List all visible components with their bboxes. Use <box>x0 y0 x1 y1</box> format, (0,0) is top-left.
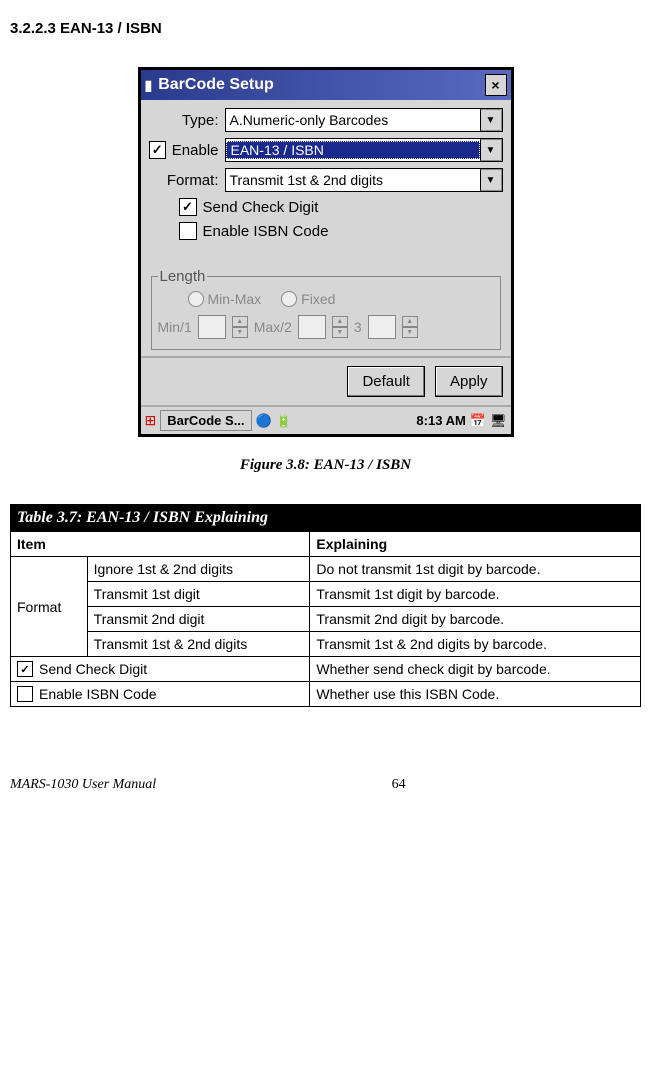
figure-caption: Figure 3.8: EAN-13 / ISBN <box>10 457 641 474</box>
format-value: Transmit 1st & 2nd digits <box>226 172 480 188</box>
length-fieldset: Length Min-Max Fixed Min/1 ▲▼ Max/2 ▲▼ 3 <box>151 268 501 350</box>
enable-isbn-checkbox[interactable] <box>179 222 197 240</box>
battery-icon: 🔋 <box>276 413 292 429</box>
table-cell: Transmit 1st & 2nd digits by barcode. <box>310 632 641 657</box>
max-label: Max/2 <box>254 319 292 335</box>
enable-checkbox[interactable]: ✓ <box>149 141 166 159</box>
table-cell: Transmit 2nd digit by barcode. <box>310 607 641 632</box>
table-cell: Ignore 1st & 2nd digits <box>87 557 310 582</box>
start-icon[interactable]: ⊞ <box>145 412 157 429</box>
section-heading: 3.2.2.3 EAN-13 / ISBN <box>10 20 641 37</box>
min-spinner: ▲▼ <box>232 316 248 338</box>
col-explaining: Explaining <box>310 532 641 557</box>
explain-table: Table 3.7: EAN-13 / ISBN Explaining Item… <box>10 504 641 707</box>
taskbar-app[interactable]: BarCode S... <box>160 410 251 431</box>
send-check-digit-label: Send Check Digit <box>203 199 319 216</box>
minmax-radio: Min-Max <box>188 291 262 307</box>
send-check-row: ✓ Send Check Digit <box>11 657 310 682</box>
third-spinner: ▲▼ <box>402 316 418 338</box>
enable-isbn-row: Enable ISBN Code <box>11 682 310 707</box>
fixed-label: Fixed <box>301 291 335 307</box>
length-legend: Length <box>158 268 208 285</box>
table-cell: Transmit 1st digit <box>87 582 310 607</box>
radio-icon <box>188 291 204 307</box>
format-dropdown[interactable]: Transmit 1st & 2nd digits ▼ <box>225 168 503 192</box>
enable-isbn-label: Enable ISBN Code <box>203 223 329 240</box>
chevron-down-icon[interactable]: ▼ <box>480 109 502 131</box>
enable-dropdown[interactable]: EAN-13 / ISBN ▼ <box>225 138 503 162</box>
tray-icon: 🔵 <box>256 413 272 429</box>
page-footer: MARS-1030 User Manual 64 <box>10 777 641 793</box>
chevron-down-icon[interactable]: ▼ <box>480 139 502 161</box>
max-spinner: ▲▼ <box>332 316 348 338</box>
default-button[interactable]: Default <box>347 366 425 397</box>
table-title: Table 3.7: EAN-13 / ISBN Explaining <box>11 505 641 532</box>
window-title: BarCode Setup <box>158 76 484 94</box>
min-input <box>198 315 226 339</box>
min-label: Min/1 <box>158 319 192 335</box>
send-check-cell-label: Send Check Digit <box>39 661 147 677</box>
type-dropdown[interactable]: A.Numeric-only Barcodes ▼ <box>225 108 503 132</box>
taskbar: ⊞ BarCode S... 🔵 🔋 8:13 AM 📅 🖥 <box>141 405 511 434</box>
tray-icon: 🖥 <box>490 413 507 429</box>
format-label: Format: <box>149 172 219 189</box>
titlebar: ▮ BarCode Setup × <box>141 70 511 100</box>
minmax-label: Min-Max <box>208 291 262 307</box>
enable-value: EAN-13 / ISBN <box>226 141 480 159</box>
table-cell: Transmit 1st digit by barcode. <box>310 582 641 607</box>
fixed-radio: Fixed <box>281 291 335 307</box>
send-check-digit-checkbox[interactable]: ✓ <box>179 198 197 216</box>
type-value: A.Numeric-only Barcodes <box>226 112 480 128</box>
barcode-setup-window: ▮ BarCode Setup × Type: A.Numeric-only B… <box>138 67 514 437</box>
apply-button[interactable]: Apply <box>435 366 503 397</box>
tray-icon: 📅 <box>470 413 486 429</box>
table-cell: Whether send check digit by barcode. <box>310 657 641 682</box>
checkbox-icon: ✓ <box>17 661 33 677</box>
three-label: 3 <box>354 319 362 335</box>
enable-isbn-cell-label: Enable ISBN Code <box>39 686 157 702</box>
checkbox-icon <box>17 686 33 702</box>
enable-label: Enable <box>172 142 219 159</box>
close-icon[interactable]: × <box>485 74 507 96</box>
max-input <box>298 315 326 339</box>
type-label: Type: <box>149 112 219 129</box>
third-input <box>368 315 396 339</box>
col-item: Item <box>11 532 310 557</box>
format-rowlabel: Format <box>11 557 88 657</box>
taskbar-time: 8:13 AM <box>416 413 465 428</box>
radio-icon <box>281 291 297 307</box>
page-number: 64 <box>392 777 406 793</box>
chevron-down-icon[interactable]: ▼ <box>480 169 502 191</box>
app-icon: ▮ <box>145 77 153 94</box>
table-cell: Transmit 2nd digit <box>87 607 310 632</box>
manual-name: MARS-1030 User Manual <box>10 777 156 793</box>
table-cell: Do not transmit 1st digit by barcode. <box>310 557 641 582</box>
table-cell: Transmit 1st & 2nd digits <box>87 632 310 657</box>
table-cell: Whether use this ISBN Code. <box>310 682 641 707</box>
